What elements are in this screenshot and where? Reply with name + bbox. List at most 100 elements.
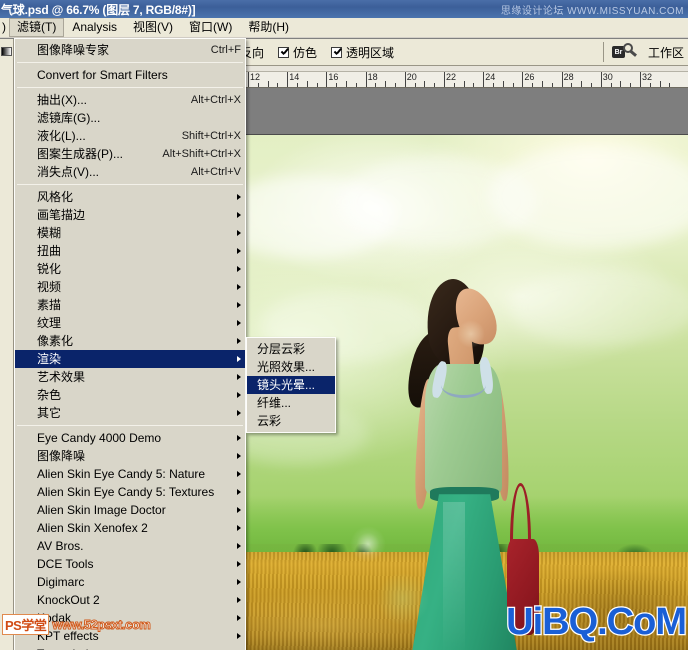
menu-item-filter[interactable]: 滤镜(T) bbox=[9, 18, 65, 37]
ruler-label: 24 bbox=[485, 72, 496, 82]
tool-palette-edge[interactable] bbox=[0, 39, 14, 650]
submenu-arrow-icon bbox=[237, 435, 241, 441]
ruler-tick-minor bbox=[336, 83, 338, 87]
ruler-tick-minor bbox=[493, 83, 494, 87]
submenu-item[interactable]: 分层云彩 bbox=[247, 340, 335, 358]
ruler-tick-minor bbox=[551, 83, 553, 87]
menu-item-help[interactable]: 帮助(H) bbox=[240, 18, 297, 37]
menu-item-label: 锐化 bbox=[37, 262, 62, 276]
menu-item-view[interactable]: 视图(V) bbox=[125, 18, 181, 37]
menu-item-label: Eye Candy 4000 Demo bbox=[37, 431, 162, 445]
ruler-tick-minor bbox=[306, 81, 308, 87]
menu-item-option[interactable]: Alien Skin Eye Candy 5: Textures bbox=[15, 483, 245, 501]
ruler-tick-minor bbox=[277, 83, 279, 87]
menu-item-selected[interactable]: 渲染 bbox=[15, 350, 245, 368]
menu-item-option[interactable]: 图像降噪专家 Ctrl+F bbox=[15, 41, 245, 59]
menu-item-label: 消失点(V)... bbox=[37, 165, 99, 179]
submenu-item[interactable]: 光照效果... bbox=[247, 358, 335, 376]
menu-item-option[interactable]: 图案生成器(P)... Alt+Shift+Ctrl+X bbox=[15, 145, 245, 163]
submenu-arrow-icon bbox=[237, 615, 241, 621]
menu-item-option[interactable]: 素描 bbox=[15, 296, 245, 314]
submenu-item[interactable]: 云彩 bbox=[247, 412, 335, 430]
workspace-button[interactable]: 工作区 bbox=[648, 44, 688, 61]
menu-separator bbox=[17, 184, 243, 185]
checkbox-dither[interactable]: 仿色 bbox=[278, 44, 317, 61]
collar bbox=[440, 372, 486, 398]
menu-item-option[interactable]: 风格化 bbox=[15, 188, 245, 206]
menu-item-option[interactable]: 扭曲 bbox=[15, 242, 245, 260]
checkbox-icon[interactable] bbox=[331, 46, 343, 58]
menu-item-option[interactable]: AV Bros. bbox=[15, 537, 245, 555]
menu-item-option[interactable]: Alien Skin Xenofex 2 bbox=[15, 519, 245, 537]
menu-item-option[interactable]: 画笔描边 bbox=[15, 206, 245, 224]
menu-item-option[interactable]: 抽出(X)... Alt+Ctrl+X bbox=[15, 91, 245, 109]
menu-item-label: 图案生成器(P)... bbox=[37, 147, 123, 161]
ruler-tick-minor bbox=[267, 81, 269, 87]
menu-item-option[interactable]: Eye Candy 4000 Demo bbox=[15, 429, 245, 447]
ruler-tick-minor bbox=[512, 83, 514, 87]
menu-item-label: 抽出(X)... bbox=[37, 93, 87, 107]
menu-separator bbox=[17, 425, 243, 426]
menu-item-option[interactable]: 像素化 bbox=[15, 332, 245, 350]
menu-item-window[interactable]: 窗口(W) bbox=[181, 18, 240, 37]
submenu-item-selected[interactable]: 镜头光晕... bbox=[247, 376, 335, 394]
bridge-icon[interactable]: Br bbox=[611, 42, 638, 62]
watermark-url-text: www.52psxt.com bbox=[52, 616, 152, 632]
gradient-thumbnail-icon bbox=[1, 47, 12, 56]
menu-item-option[interactable]: 杂色 bbox=[15, 386, 245, 404]
ruler-tick-minor bbox=[424, 81, 426, 87]
menu-item-label: 图像降噪 bbox=[37, 449, 86, 463]
menu-item-option[interactable]: 纹理 bbox=[15, 314, 245, 332]
menu-item-label: 杂色 bbox=[37, 388, 62, 402]
title-bar: 气球.psd @ 66.7% (图层 7, RGB/8#)] 思缘设计论坛 WW… bbox=[0, 0, 688, 18]
ruler-label: 30 bbox=[602, 72, 613, 82]
menu-item-option[interactable]: Alien Skin Eye Candy 5: Nature bbox=[15, 465, 245, 483]
menu-item-option[interactable]: 锐化 bbox=[15, 260, 245, 278]
menu-item-option[interactable]: 滤镜库(G)... bbox=[15, 109, 245, 127]
horizontal-ruler[interactable]: 12 14 16 18 20 22 24 26 28 30 32 bbox=[240, 72, 688, 88]
filter-dropdown-menu[interactable]: 图像降噪专家 Ctrl+F Convert for Smart Filters 抽出(… bbox=[14, 38, 246, 650]
menu-item-option[interactable]: 消失点(V)... Alt+Ctrl+V bbox=[15, 163, 245, 181]
menu-item-analysis[interactable]: Analysis bbox=[64, 18, 125, 37]
menu-item-option[interactable]: 液化(L)... Shift+Ctrl+X bbox=[15, 127, 245, 145]
menu-item-label: 其它 bbox=[37, 406, 62, 420]
submenu-arrow-icon bbox=[237, 320, 241, 326]
ruler-tick-minor bbox=[434, 83, 436, 87]
ruler-label: 26 bbox=[524, 72, 535, 82]
menu-item-option[interactable]: Digimarc bbox=[15, 573, 245, 591]
submenu-arrow-icon bbox=[237, 194, 241, 200]
submenu-item[interactable]: 纤维... bbox=[247, 394, 335, 412]
menu-item-option[interactable]: Convert for Smart Filters bbox=[15, 66, 245, 84]
menu-item-label: Alien Skin Eye Candy 5: Nature bbox=[37, 467, 206, 481]
checkbox-icon[interactable] bbox=[278, 46, 290, 58]
checkbox-transparency[interactable]: 透明区域 bbox=[331, 44, 394, 61]
photoshop-window: 气球.psd @ 66.7% (图层 7, RGB/8#)] 思缘设计论坛 WW… bbox=[0, 0, 688, 650]
ruler-label: 14 bbox=[289, 72, 300, 82]
menu-item-option[interactable]: Topaz Labs bbox=[15, 645, 245, 650]
menu-item-label: 艺术效果 bbox=[37, 370, 86, 384]
ruler-tick-minor bbox=[630, 83, 632, 87]
bottom-left-watermark: PS学堂 www.52psxt.com bbox=[2, 613, 152, 635]
submenu-arrow-icon bbox=[237, 561, 241, 567]
ruler-tick-minor bbox=[571, 83, 573, 87]
menu-item-option[interactable]: 视频 bbox=[15, 278, 245, 296]
menu-item-label: Alien Skin Image Doctor bbox=[37, 503, 166, 517]
submenu-arrow-icon bbox=[237, 392, 241, 398]
ruler-tick-minor bbox=[395, 83, 396, 87]
menu-item-option[interactable]: 艺术效果 bbox=[15, 368, 245, 386]
submenu-arrow-icon bbox=[237, 338, 241, 344]
ruler-tick-minor bbox=[542, 81, 543, 87]
menu-item-option[interactable]: 图像降噪 bbox=[15, 447, 245, 465]
menu-item-option[interactable]: DCE Tools bbox=[15, 555, 245, 573]
render-submenu[interactable]: 分层云彩 光照效果... 镜头光晕... 纤维... 云彩 bbox=[246, 337, 336, 433]
menu-item-option[interactable]: Alien Skin Image Doctor bbox=[15, 501, 245, 519]
lens-flare bbox=[349, 526, 386, 563]
menu-item-option[interactable]: 模糊 bbox=[15, 224, 245, 242]
menu-item-option[interactable]: KnockOut 2 bbox=[15, 591, 245, 609]
menu-item-shortcut: Ctrl+F bbox=[210, 44, 241, 56]
menu-item-partial[interactable]: ) bbox=[0, 18, 9, 37]
menu-item-option[interactable]: 其它 bbox=[15, 404, 245, 422]
ruler-label: 22 bbox=[446, 72, 457, 82]
menu-item-label: 素描 bbox=[37, 298, 62, 312]
submenu-arrow-icon bbox=[237, 284, 241, 290]
